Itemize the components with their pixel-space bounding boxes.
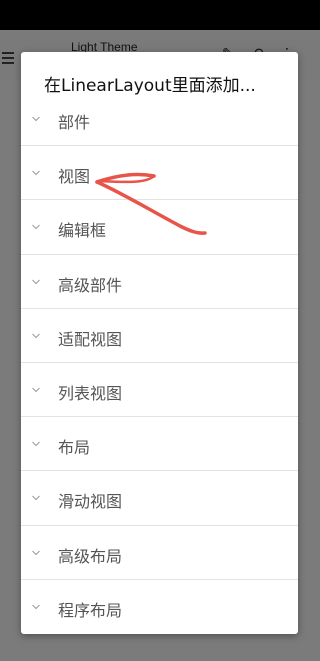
category-item-views[interactable]: 视图 xyxy=(21,146,298,201)
category-item-scroll-views[interactable]: 滑动视图 xyxy=(21,471,298,526)
category-item-adapter-views[interactable]: 适配视图 xyxy=(21,309,298,363)
category-item-list-views[interactable]: 列表视图 xyxy=(21,363,298,418)
category-label: 部件 xyxy=(58,113,91,132)
category-label: 视图 xyxy=(58,167,91,187)
category-label: 适配视图 xyxy=(58,329,123,349)
category-item-program-layouts[interactable]: 程序布局 xyxy=(21,580,298,634)
category-list: 部件 视图 编辑框 高级部件 适配视图 列表视图 布局 滑动视图 高级布局 程序… xyxy=(21,92,298,634)
category-item-edit-text[interactable]: 编辑框 xyxy=(21,200,298,255)
chevron-down-icon xyxy=(32,170,40,176)
chevron-down-icon xyxy=(32,116,40,122)
category-item-layouts[interactable]: 布局 xyxy=(21,417,298,472)
chevron-down-icon xyxy=(32,550,40,555)
category-item-advanced-widgets[interactable]: 高级部件 xyxy=(21,255,298,309)
chevron-down-icon xyxy=(32,225,40,230)
category-item-widgets[interactable]: 部件 xyxy=(21,92,298,147)
menu-icon[interactable] xyxy=(2,52,16,64)
category-label: 程序布局 xyxy=(58,600,123,620)
category-label: 高级布局 xyxy=(58,546,123,566)
chevron-down-icon xyxy=(32,387,40,393)
chevron-down-icon xyxy=(32,441,40,447)
category-label: 列表视图 xyxy=(58,383,123,403)
category-label: 高级部件 xyxy=(58,275,123,295)
category-label: 布局 xyxy=(58,438,91,458)
chevron-down-icon xyxy=(32,279,40,284)
add-widget-dialog: 在LinearLayout里面添加... 部件 视图 编辑框 高级部件 适配视图… xyxy=(21,52,298,634)
status-bar xyxy=(0,0,320,30)
chevron-down-icon xyxy=(32,333,40,338)
category-label: 编辑框 xyxy=(58,221,107,241)
category-label: 滑动视图 xyxy=(58,492,123,512)
chevron-down-icon xyxy=(32,495,40,501)
category-item-advanced-layouts[interactable]: 高级布局 xyxy=(21,526,298,580)
chevron-down-icon xyxy=(32,604,40,609)
